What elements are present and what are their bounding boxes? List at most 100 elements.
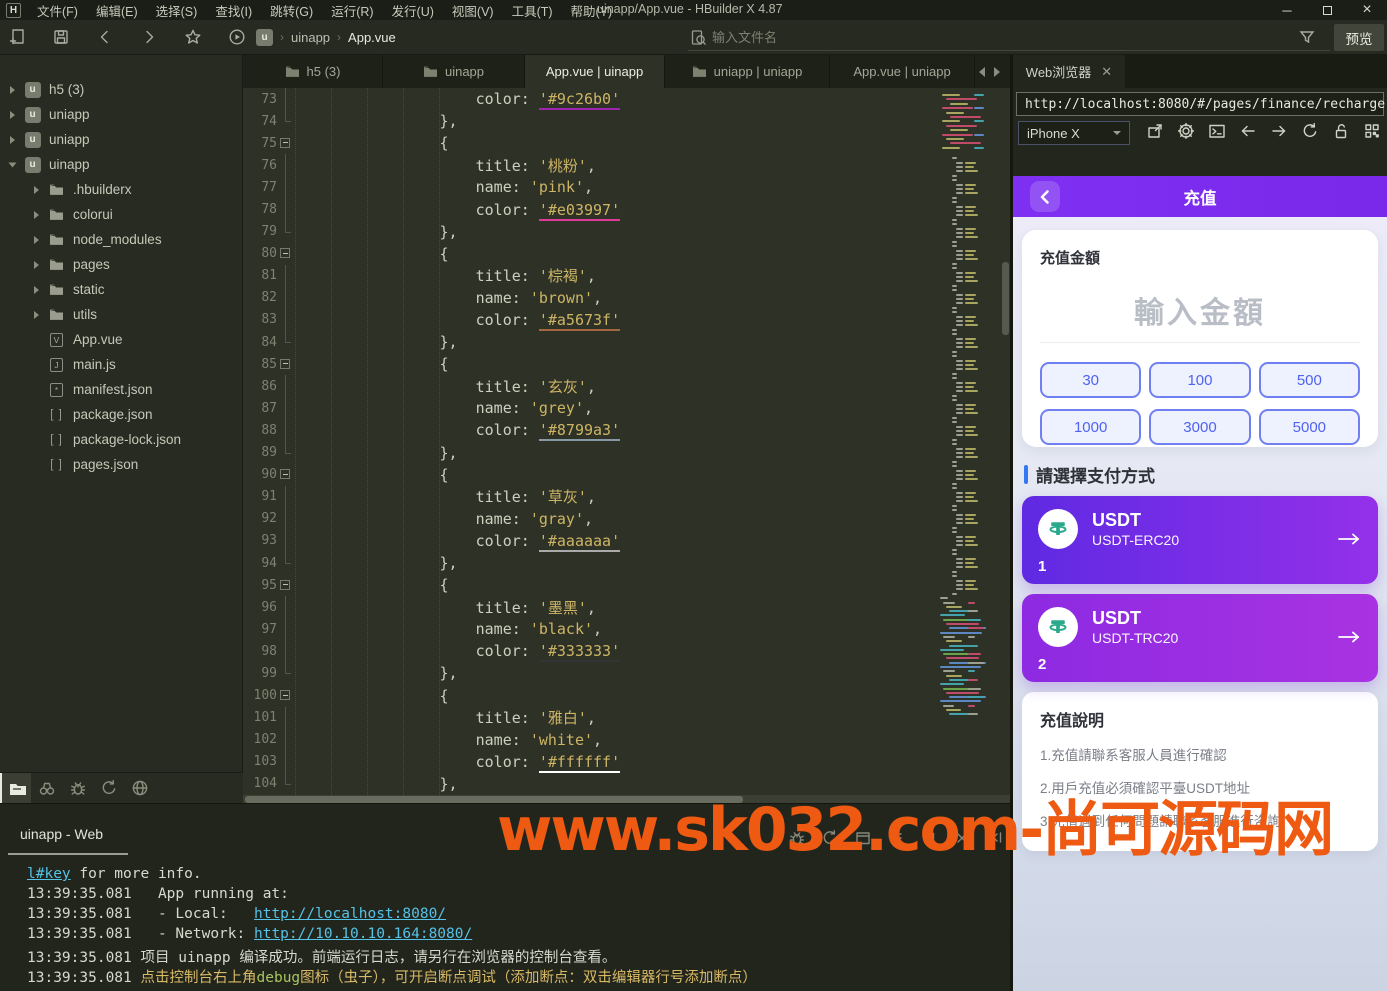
sync-refresh-icon[interactable] xyxy=(93,773,124,803)
line-number[interactable]: 85 xyxy=(243,357,277,372)
tree-item-package-lock-json[interactable]: [ ]package-lock.json xyxy=(0,427,242,452)
star-icon[interactable] xyxy=(182,26,204,48)
amount-button-3000[interactable]: 3000 xyxy=(1149,409,1250,445)
line-number[interactable]: 73 xyxy=(243,92,277,107)
tree-item-main-js[interactable]: Jmain.js xyxy=(0,352,242,377)
line-number[interactable]: 75 xyxy=(243,136,277,151)
nav-forward-icon[interactable] xyxy=(138,26,160,48)
tree-item-app-vue[interactable]: VApp.vue xyxy=(0,327,242,352)
save-icon[interactable] xyxy=(50,26,72,48)
tree-item-uinapp[interactable]: uuinapp xyxy=(0,152,242,177)
menu-item-1[interactable]: 编辑(E) xyxy=(88,0,146,22)
amount-button-5000[interactable]: 5000 xyxy=(1259,409,1360,445)
tree-item-static[interactable]: static xyxy=(0,277,242,302)
amount-input[interactable]: 輸入金額 xyxy=(1040,288,1360,330)
line-number[interactable]: 96 xyxy=(243,600,277,615)
search-input[interactable] xyxy=(710,29,1330,46)
terminal-icon[interactable] xyxy=(1208,122,1226,140)
tree-item-h5-3-[interactable]: uh5 (3) xyxy=(0,77,242,102)
tree-item-manifest-json[interactable]: *manifest.json xyxy=(0,377,242,402)
menu-item-7[interactable]: 视图(V) xyxy=(444,0,502,22)
amount-button-500[interactable]: 500 xyxy=(1259,362,1360,398)
fold-toggle-icon[interactable] xyxy=(277,132,295,154)
console-link[interactable]: l#key xyxy=(27,866,71,882)
menu-item-5[interactable]: 运行(R) xyxy=(323,0,381,22)
close-icon[interactable]: ✕ xyxy=(1101,64,1112,80)
line-number[interactable]: 80 xyxy=(243,246,277,261)
url-bar[interactable]: http://localhost:8080/#/pages/finance/re… xyxy=(1016,92,1384,116)
code-area[interactable]: 73 color: '#9c26b0'74 },75 {76 title: '桃… xyxy=(243,88,1010,795)
amount-button-100[interactable]: 100 xyxy=(1149,362,1250,398)
line-number[interactable]: 83 xyxy=(243,312,277,327)
chevron-icon[interactable] xyxy=(34,286,39,294)
breadcrumb-file[interactable]: App.vue xyxy=(348,30,396,45)
chevron-icon[interactable] xyxy=(10,136,15,144)
vertical-scrollbar[interactable] xyxy=(1001,88,1010,795)
tree-item-utils[interactable]: utils xyxy=(0,302,242,327)
line-number[interactable]: 94 xyxy=(243,556,277,571)
debug-bug-icon[interactable] xyxy=(62,773,93,803)
line-number[interactable]: 91 xyxy=(243,489,277,504)
device-select[interactable]: iPhone X xyxy=(1018,121,1130,145)
line-number[interactable]: 104 xyxy=(243,776,277,791)
amount-button-1000[interactable]: 1000 xyxy=(1040,409,1141,445)
line-number[interactable]: 87 xyxy=(243,401,277,416)
menu-item-8[interactable]: 工具(T) xyxy=(504,0,561,22)
menu-item-4[interactable]: 跳转(G) xyxy=(262,0,321,22)
menu-item-3[interactable]: 查找(I) xyxy=(207,0,260,22)
run-icon[interactable] xyxy=(226,26,248,48)
console-link[interactable]: http://10.10.10.164:8080/ xyxy=(254,926,472,942)
line-number[interactable]: 86 xyxy=(243,379,277,394)
line-number[interactable]: 74 xyxy=(243,114,277,129)
editor-tab-1[interactable]: uinapp xyxy=(383,55,525,88)
amount-button-30[interactable]: 30 xyxy=(1040,362,1141,398)
chevron-icon[interactable] xyxy=(34,236,39,244)
chevron-icon[interactable] xyxy=(34,211,39,219)
tab-scroll-left-icon[interactable] xyxy=(979,67,985,77)
line-number[interactable]: 95 xyxy=(243,578,277,593)
files-folder-icon[interactable] xyxy=(0,773,31,803)
tree-item--hbuilderx[interactable]: .hbuilderx xyxy=(0,177,242,202)
tree-item-uniapp[interactable]: uuniapp xyxy=(0,102,242,127)
fold-toggle-icon[interactable] xyxy=(277,464,295,486)
line-number[interactable]: 92 xyxy=(243,511,277,526)
line-number[interactable]: 93 xyxy=(243,533,277,548)
line-number[interactable]: 84 xyxy=(243,335,277,350)
editor-tab-3[interactable]: uniapp | uniapp xyxy=(665,55,830,88)
menu-item-0[interactable]: 文件(F) xyxy=(29,0,86,22)
filter-funnel-icon[interactable] xyxy=(1298,28,1318,48)
line-number[interactable]: 89 xyxy=(243,445,277,460)
new-file-icon[interactable] xyxy=(6,26,28,48)
menu-item-2[interactable]: 选择(S) xyxy=(148,0,206,22)
nav-back-icon[interactable] xyxy=(94,26,116,48)
tab-scroll-right-icon[interactable] xyxy=(994,67,1000,77)
console-link[interactable]: http://localhost:8080/ xyxy=(254,906,446,922)
lock-open-icon[interactable] xyxy=(1332,122,1350,140)
chevron-icon[interactable] xyxy=(9,162,17,167)
console-tab[interactable]: uinapp - Web xyxy=(20,826,103,842)
chevron-icon[interactable] xyxy=(34,311,39,319)
chevron-icon[interactable] xyxy=(10,111,15,119)
line-number[interactable]: 90 xyxy=(243,467,277,482)
fold-toggle-icon[interactable] xyxy=(277,574,295,596)
minimap[interactable] xyxy=(938,88,1000,795)
close-icon[interactable]: × xyxy=(1347,0,1387,20)
chevron-icon[interactable] xyxy=(10,86,15,94)
arrow-back-icon[interactable] xyxy=(1239,122,1257,140)
tree-item-node-modules[interactable]: node_modules xyxy=(0,227,242,252)
editor-tab-2[interactable]: App.vue | uinapp xyxy=(525,55,665,88)
fold-toggle-icon[interactable] xyxy=(277,353,295,375)
tree-item-package-json[interactable]: [ ]package.json xyxy=(0,402,242,427)
editor-tab-4[interactable]: App.vue | uniapp xyxy=(830,55,975,88)
editor-tab-0[interactable]: h5 (3) xyxy=(243,55,383,88)
open-in-window-icon[interactable] xyxy=(1146,122,1164,140)
web-globe-icon[interactable] xyxy=(124,773,155,803)
payment-method-usdt-erc20[interactable]: USDTUSDT-ERC201 xyxy=(1022,496,1378,584)
line-number[interactable]: 100 xyxy=(243,688,277,703)
arrow-forward-icon[interactable] xyxy=(1270,122,1288,140)
line-number[interactable]: 88 xyxy=(243,423,277,438)
chevron-icon[interactable] xyxy=(34,186,39,194)
fold-toggle-icon[interactable] xyxy=(277,243,295,265)
line-number[interactable]: 99 xyxy=(243,666,277,681)
minimize-icon[interactable]: ─ xyxy=(1267,0,1307,20)
